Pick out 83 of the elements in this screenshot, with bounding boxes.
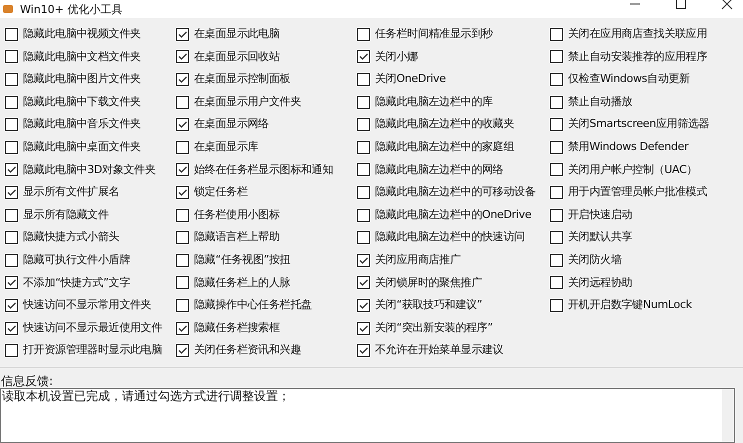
feedback-label: 信息反馈: <box>0 374 54 388</box>
option-checkbox[interactable]: 仅检查Windows自动更新 <box>550 68 743 91</box>
option-checkbox[interactable]: 在桌面显示此电脑 <box>176 23 357 46</box>
checkmark-icon <box>177 51 188 62</box>
option-checkbox[interactable]: 隐藏此电脑中桌面文件夹 <box>5 136 176 159</box>
option-checkbox[interactable]: 隐藏此电脑中3D对象文件夹 <box>5 158 176 182</box>
option-checkbox[interactable]: 在桌面显示用户文件夹 <box>176 90 357 114</box>
option-checkbox[interactable]: 打开资源管理器时显示此电脑 <box>5 339 176 362</box>
option-checkbox[interactable]: 不添加“快捷方式”文字 <box>5 272 176 294</box>
checkmark-icon <box>6 164 17 176</box>
option-checkbox[interactable]: 在桌面显示网络 <box>176 113 357 136</box>
option-checkbox[interactable]: 关闭“突出新安装的程序” <box>357 316 550 340</box>
option-checkbox[interactable]: 在桌面显示回收站 <box>176 46 357 68</box>
option-checkbox[interactable]: 隐藏此电脑中音乐文件夹 <box>5 113 176 136</box>
option-checkbox[interactable]: 关闭在应用商店查找关联应用 <box>550 23 743 46</box>
option-checkbox[interactable]: 关闭用户帐户控制（UAC） <box>550 158 743 182</box>
checkmark-icon <box>177 28 188 40</box>
checkmark-icon <box>6 322 17 334</box>
option-checkbox[interactable]: 禁止自动播放 <box>550 90 743 114</box>
option-checkbox[interactable]: 隐藏此电脑左边栏中的快速访问 <box>357 226 550 249</box>
close-icon[interactable] <box>721 0 733 10</box>
option-checkbox[interactable]: 始终在任务栏显示图标和通知 <box>176 158 357 182</box>
option-checkbox[interactable]: 隐藏快捷方式小箭头 <box>5 226 176 249</box>
option-checkbox[interactable]: 隐藏此电脑左边栏中的家庭组 <box>357 136 550 159</box>
option-checkbox[interactable]: 关闭Smartscreen应用筛选器 <box>550 113 743 136</box>
option-checkbox[interactable]: 开机开启数字键NumLock <box>550 294 743 317</box>
checkmark-icon <box>6 186 17 198</box>
option-checkbox[interactable]: 关闭锁屏时的聚焦推广 <box>357 272 550 294</box>
option-checkbox[interactable]: 关闭小娜 <box>357 46 550 68</box>
checkmark-icon <box>358 322 369 334</box>
checkmark-icon <box>358 254 369 266</box>
option-checkbox[interactable]: 关闭“获取技巧和建议” <box>357 294 550 317</box>
option-checkbox[interactable]: 隐藏“任务视图”按扭 <box>176 248 357 272</box>
option-checkbox[interactable]: 隐藏可执行文件小盾牌 <box>5 248 176 272</box>
option-checkbox[interactable]: 禁用Windows Defender <box>550 136 743 159</box>
option-checkbox[interactable]: 关闭OneDrive <box>357 68 550 91</box>
checkmark-icon <box>358 277 369 288</box>
option-checkbox[interactable]: 快速访问不显示常用文件夹 <box>5 294 176 317</box>
option-checkbox[interactable]: 在桌面显示控制面板 <box>176 68 357 91</box>
checkmark-icon <box>177 186 188 198</box>
checkmark-icon <box>177 119 188 130</box>
checkmark-icon <box>177 74 188 85</box>
checkmark-icon <box>6 300 17 311</box>
option-checkbox[interactable]: 显示所有隐藏文件 <box>5 204 176 226</box>
option-checkbox[interactable]: 隐藏此电脑中文档文件夹 <box>5 46 176 68</box>
option-checkbox[interactable]: 隐藏此电脑中下载文件夹 <box>5 90 176 114</box>
option-checkbox[interactable]: 隐藏操作中心任务栏托盘 <box>176 294 357 317</box>
option-checkbox[interactable]: 关闭远程协助 <box>550 272 743 294</box>
option-checkbox[interactable]: 隐藏此电脑中视频文件夹 <box>5 23 176 46</box>
option-checkbox[interactable]: 隐藏此电脑左边栏中的可移动设备 <box>357 181 550 204</box>
checkmark-icon <box>177 164 188 176</box>
feedback-text-area: 读取本机设置已完成，请通过勾选方式进行调整设置； <box>0 388 735 443</box>
option-checkbox[interactable]: 用于内置管理员帐户批准模式 <box>550 181 743 204</box>
option-checkbox[interactable]: 隐藏此电脑左边栏中的收藏夹 <box>357 113 550 136</box>
option-checkbox[interactable]: 关闭默认共享 <box>550 226 743 249</box>
checkmark-icon <box>177 345 188 356</box>
option-checkbox[interactable]: 任务栏时间精准显示到秒 <box>357 23 550 46</box>
option-checkbox[interactable]: 显示所有文件扩展名 <box>5 181 176 204</box>
option-checkbox[interactable]: 不允许在开始菜单显示建议 <box>357 339 550 362</box>
checkmark-icon <box>358 51 369 62</box>
option-checkbox[interactable]: 开启快速启动 <box>550 204 743 226</box>
option-checkbox[interactable]: 快速访问不显示最近使用文件 <box>5 316 176 340</box>
option-checkbox[interactable]: 隐藏此电脑左边栏中的库 <box>357 90 550 114</box>
checkmark-icon <box>358 300 369 311</box>
checkmark-icon <box>6 277 17 288</box>
option-checkbox[interactable]: 隐藏语言栏上帮助 <box>176 226 357 249</box>
option-checkbox[interactable]: 隐藏此电脑左边栏中的OneDrive <box>357 204 550 226</box>
app-icon <box>2 3 14 15</box>
option-checkbox[interactable]: 隐藏此电脑左边栏中的网络 <box>357 158 550 182</box>
option-checkbox[interactable]: 隐藏任务栏上的人脉 <box>176 272 357 294</box>
option-checkbox[interactable]: 关闭任务栏资讯和兴趣 <box>176 339 357 362</box>
window-title: Win10+ 优化小工具 <box>20 4 122 14</box>
option-checkbox[interactable]: 关闭防火墙 <box>550 248 743 272</box>
option-checkbox[interactable]: 隐藏任务栏搜索框 <box>176 316 357 340</box>
checkmark-icon <box>177 322 188 334</box>
option-checkbox[interactable]: 锁定任务栏 <box>176 181 357 204</box>
option-checkbox[interactable]: 关闭应用商店推广 <box>357 248 550 272</box>
checkmark-icon <box>358 345 369 356</box>
option-checkbox[interactable]: 禁止自动安装推荐的应用程序 <box>550 46 743 68</box>
maximize-icon[interactable] <box>675 0 687 10</box>
option-checkbox[interactable]: 任务栏使用小图标 <box>176 204 357 226</box>
option-checkbox[interactable]: 隐藏此电脑中图片文件夹 <box>5 68 176 91</box>
option-checkbox[interactable]: 在桌面显示库 <box>176 136 357 159</box>
